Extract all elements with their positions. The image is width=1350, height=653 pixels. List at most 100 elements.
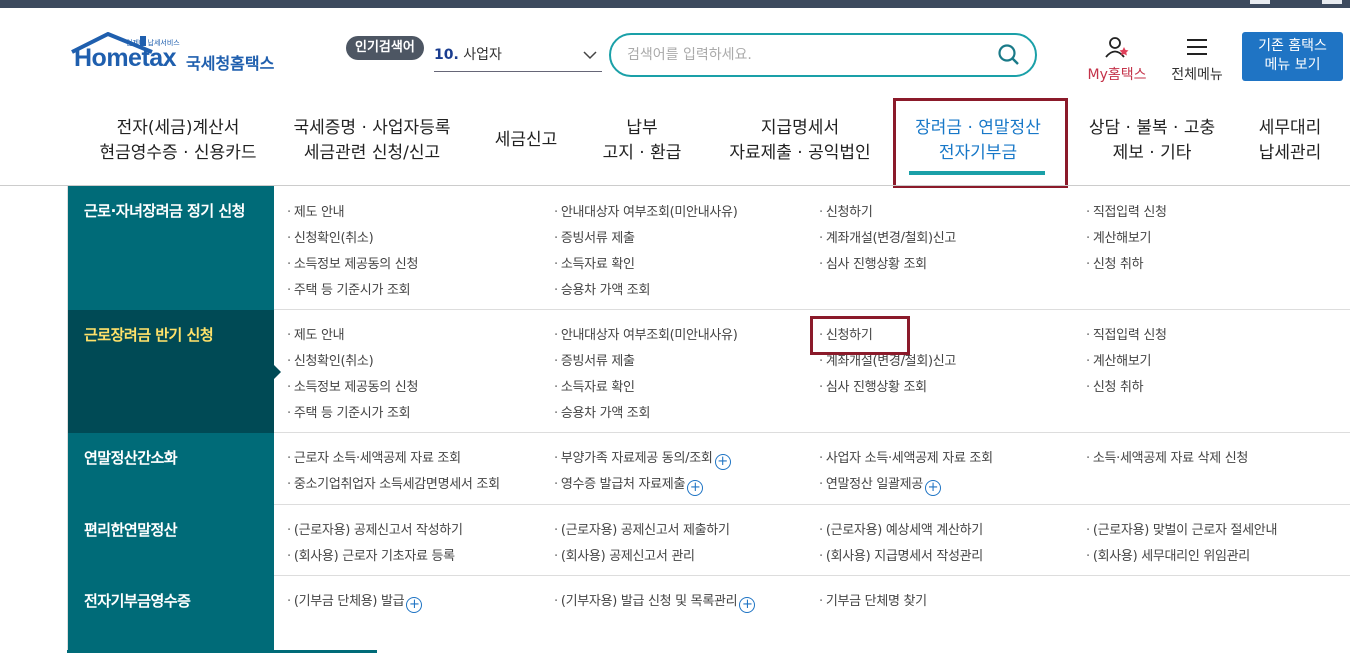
category-regular-incentive[interactable]: 근로·자녀장려금 정기 신청: [68, 186, 274, 310]
link-income-check[interactable]: 소득자료 확인: [554, 376, 635, 395]
gnb-label: 전자(세금)계산서: [116, 118, 240, 138]
link-confirm[interactable]: 신청확인(취소): [287, 227, 374, 246]
gnb-item-e-invoice[interactable]: 전자(세금)계산서 현금영수증 · 신용카드: [88, 116, 268, 166]
link-housing-price[interactable]: 주택 등 기준시가 조회: [287, 279, 411, 298]
link-direct-input[interactable]: 직접입력 신청: [1086, 201, 1167, 220]
topbar-button-2[interactable]: [1322, 0, 1342, 4]
category-half-year-incentive[interactable]: 근로장려금 반기 신청: [68, 310, 281, 433]
search-box: [609, 33, 1037, 77]
link-dependent-consent[interactable]: 부양가족 자료제공 동의/조회+: [554, 447, 731, 470]
my-hometax-label: My홈택스: [1087, 67, 1147, 83]
link-guide[interactable]: 제도 안내: [287, 201, 345, 220]
all-menu-label: 전체메뉴: [1171, 67, 1223, 83]
link-confirm[interactable]: 신청확인(취소): [287, 350, 374, 369]
category-convenient-yearend[interactable]: 편리한연말정산: [68, 505, 274, 576]
search-icon[interactable]: [997, 43, 1021, 67]
link-calculate[interactable]: 계산해보기: [1086, 227, 1152, 246]
link-text: 부양가족 자료제공 동의/조회: [560, 451, 713, 466]
topbar-button-1[interactable]: [1250, 0, 1270, 4]
expand-plus-icon[interactable]: +: [739, 597, 756, 613]
my-hometax-button[interactable]: My홈택스: [1082, 36, 1152, 84]
gnb-label: 국세증명 · 사업자등록: [293, 118, 451, 138]
link-write-deduction-form[interactable]: (근로자용) 공제신고서 작성하기: [287, 519, 463, 538]
gnb-item-consulting[interactable]: 상담 · 불복 · 고충 제보 · 기타: [1078, 116, 1226, 166]
chevron-down-icon: [583, 51, 597, 60]
link-register-worker-data[interactable]: (회사용) 근로자 기초자료 등록: [287, 545, 455, 564]
old-hometax-menu-button[interactable]: 기존 홈택스 메뉴 보기: [1242, 32, 1343, 81]
gnb-item-certificates[interactable]: 국세증명 · 사업자등록 세금관련 신청/신고: [286, 116, 458, 166]
link-consent[interactable]: 소득정보 제공동의 신청: [287, 253, 419, 272]
link-status[interactable]: 심사 진행상황 조회: [819, 253, 927, 272]
global-nav: 전자(세금)계산서 현금영수증 · 신용카드 국세증명 · 사업자등록 세금관련…: [0, 96, 1350, 186]
gnb-item-tax-return[interactable]: 세금신고: [486, 128, 566, 153]
top-bar: [0, 0, 1350, 8]
gnb-label: 자료제출 · 공익법인: [729, 143, 871, 163]
link-receipt-submit[interactable]: 영수증 발급처 자료제출+: [554, 473, 704, 496]
link-sme-reduction[interactable]: 중소기업취업자 소득세감면명세서 조회: [287, 473, 500, 492]
category-links-regular: 제도 안내 안내대상자 여부조회(미안내사유) 신청하기 직접입력 신청 신청확…: [274, 186, 1350, 310]
link-bulk-provide[interactable]: 연말정산 일괄제공+: [819, 473, 941, 496]
gnb-label: 고지 · 환급: [602, 143, 682, 163]
link-calculate[interactable]: 계산해보기: [1086, 350, 1152, 369]
link-apply[interactable]: 신청하기: [819, 201, 873, 220]
link-direct-input[interactable]: 직접입력 신청: [1086, 324, 1167, 343]
gnb-label: 납세관리: [1258, 143, 1322, 163]
link-manage-deduction-form[interactable]: (회사용) 공제신고서 관리: [554, 545, 695, 564]
link-find-org[interactable]: 기부금 단체명 찾기: [819, 590, 927, 609]
category-e-donation-receipt[interactable]: 전자기부금영수증: [68, 576, 274, 653]
link-agent-delegation[interactable]: (회사용) 세무대리인 위임관리: [1086, 545, 1250, 564]
user-icon: [1105, 37, 1129, 58]
popular-search-badge: 인기검색어: [346, 36, 424, 60]
category-yearend-simplified[interactable]: 연말정산간소화: [68, 433, 274, 505]
mega-menu: 근로·자녀장려금 정기 신청 제도 안내 안내대상자 여부조회(미안내사유) 신…: [67, 186, 1350, 653]
link-eligibility[interactable]: 안내대상자 여부조회(미안내사유): [554, 201, 738, 220]
link-car-price[interactable]: 승용차 가액 조회: [554, 402, 651, 421]
nav-highlight-box: [893, 98, 1068, 188]
expand-plus-icon[interactable]: +: [687, 480, 704, 496]
link-estimate-tax[interactable]: (근로자용) 예상세액 계산하기: [819, 519, 983, 538]
gnb-label: 세금신고: [494, 130, 558, 150]
link-issue-donor[interactable]: (기부자용) 발급 신청 및 목록관리+: [554, 590, 756, 613]
all-menu-button[interactable]: 전체메뉴: [1166, 36, 1228, 84]
link-dual-income-guide[interactable]: (근로자용) 맞벌이 근로자 절세안내: [1086, 519, 1278, 538]
link-withdraw[interactable]: 신청 취하: [1086, 253, 1144, 272]
gnb-item-payment-statement[interactable]: 지급명세서 자료제출 · 공익법인: [722, 116, 878, 166]
gnb-label: 현금영수증 · 신용카드: [99, 143, 257, 163]
link-income-check[interactable]: 소득자료 확인: [554, 253, 635, 272]
link-text: (기부자용) 발급 신청 및 목록관리: [560, 594, 738, 609]
old-menu-line1: 기존 홈택스: [1258, 38, 1327, 54]
expand-plus-icon[interactable]: +: [406, 597, 423, 613]
expand-plus-icon[interactable]: +: [924, 480, 941, 496]
logo-wordmark: Hometax: [74, 44, 177, 72]
popular-rank: 10.: [434, 47, 459, 63]
hometax-logo[interactable]: 언제나 납세서비스 Hometax 국세청홈택스: [68, 32, 288, 80]
link-submit-docs[interactable]: 증빙서류 제출: [554, 227, 635, 246]
category-title: 근로장려금 반기 신청: [84, 326, 214, 344]
link-housing-price[interactable]: 주택 등 기준시가 조회: [287, 402, 411, 421]
link-car-price[interactable]: 승용차 가액 조회: [554, 279, 651, 298]
link-worker-deduction-data[interactable]: 근로자 소득·세액공제 자료 조회: [287, 447, 461, 466]
gnb-label: 세금관련 신청/신고: [303, 143, 441, 163]
link-submit-docs[interactable]: 증빙서류 제출: [554, 350, 635, 369]
popular-term: 사업자: [463, 47, 502, 63]
hamburger-menu-icon: [1187, 39, 1207, 55]
link-account[interactable]: 계좌개설(변경/철회)신고: [819, 227, 957, 246]
gnb-item-tax-agent[interactable]: 세무대리 납세관리: [1250, 116, 1330, 166]
category-links-donation: (기부금 단체용) 발급+ (기부자용) 발급 신청 및 목록관리+ 기부금 단…: [274, 576, 1350, 653]
link-issue-org[interactable]: (기부금 단체용) 발급+: [287, 590, 423, 613]
search-input[interactable]: [627, 44, 987, 66]
expand-plus-icon[interactable]: +: [714, 454, 731, 470]
link-text: (기부금 단체용) 발급: [293, 594, 405, 609]
popular-search-select[interactable]: 10. 사업자: [434, 42, 602, 72]
link-guide[interactable]: 제도 안내: [287, 324, 345, 343]
link-eligibility[interactable]: 안내대상자 여부조회(미안내사유): [554, 324, 738, 343]
link-consent[interactable]: 소득정보 제공동의 신청: [287, 376, 419, 395]
gnb-item-payment[interactable]: 납부 고지 · 환급: [592, 116, 692, 166]
link-withdraw[interactable]: 신청 취하: [1086, 376, 1144, 395]
gnb-label: 상담 · 불복 · 고충: [1088, 118, 1216, 138]
link-status[interactable]: 심사 진행상황 조회: [819, 376, 927, 395]
link-submit-deduction-form[interactable]: (근로자용) 공제신고서 제출하기: [554, 519, 730, 538]
link-payment-statement[interactable]: (회사용) 지급명세서 작성관리: [819, 545, 983, 564]
link-business-deduction-data[interactable]: 사업자 소득·세액공제 자료 조회: [819, 447, 993, 466]
link-delete-deduction-data[interactable]: 소득·세액공제 자료 삭제 신청: [1086, 447, 1249, 466]
